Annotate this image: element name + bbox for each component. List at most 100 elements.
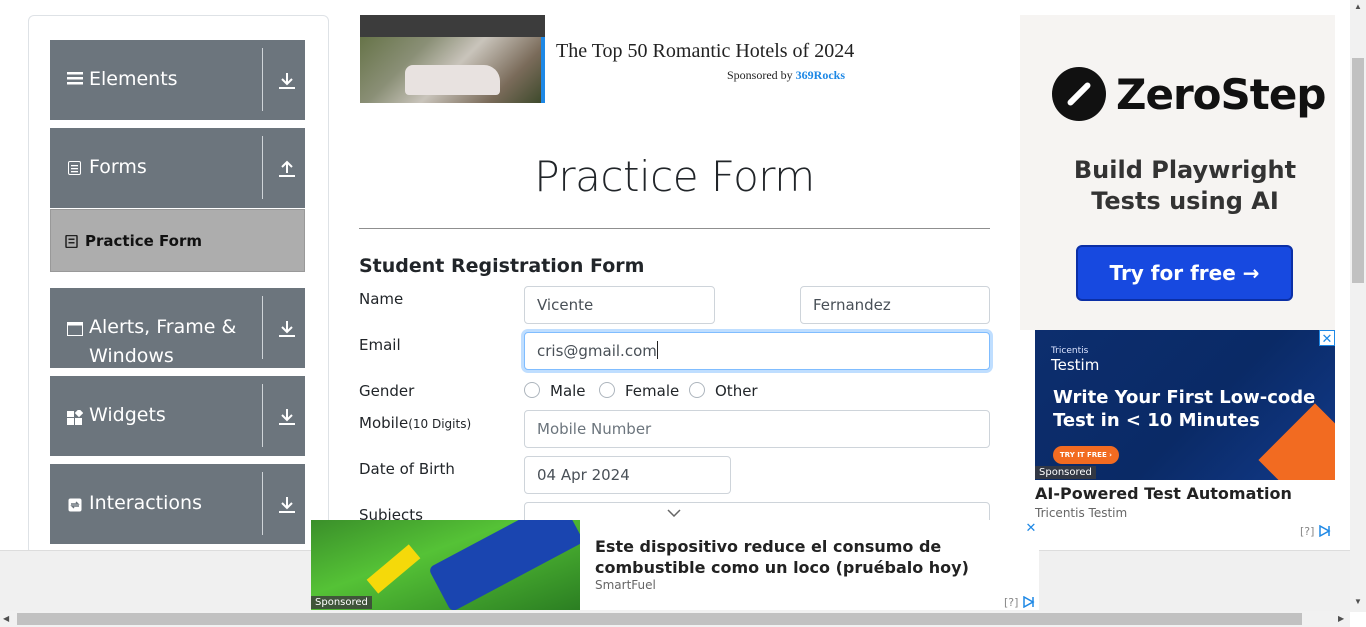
- spray-can: [428, 520, 580, 610]
- divider: [262, 136, 263, 199]
- close-icon[interactable]: ✕: [1319, 330, 1335, 346]
- download-icon[interactable]: [278, 72, 296, 90]
- adchoices-icon[interactable]: [1023, 596, 1037, 608]
- sidebar-item-label: Practice Form: [85, 232, 202, 250]
- title-divider: [359, 228, 990, 229]
- email-label: Email: [359, 336, 401, 354]
- interactions-icon: [68, 498, 82, 512]
- sidebar-group-label: Elements: [89, 68, 178, 90]
- download-icon[interactable]: [278, 496, 296, 514]
- window-icon: [67, 322, 83, 336]
- sidebar-group-alerts[interactable]: Alerts, Frame & Windows: [50, 288, 305, 368]
- ad-info-link[interactable]: [?]: [1004, 596, 1018, 609]
- logo-slash: [1066, 81, 1092, 107]
- download-icon[interactable]: [278, 320, 296, 338]
- gender-radio-female[interactable]: Female: [599, 382, 679, 400]
- zerostep-logo-icon: [1052, 67, 1106, 121]
- mobile-label: Mobile(10 Digits): [359, 414, 471, 432]
- thumbnail-car: [405, 65, 500, 95]
- dob-label: Date of Birth: [359, 460, 455, 478]
- zerostep-headline: Build Playwright Tests using AI: [1020, 155, 1350, 217]
- divider: [262, 472, 263, 535]
- mobile-hint: (10 Digits): [408, 417, 472, 431]
- scroll-down-icon[interactable]: ▼: [1354, 597, 1362, 606]
- gender-radio-male[interactable]: Male: [524, 382, 586, 400]
- first-name-input[interactable]: Vicente: [524, 286, 715, 324]
- try-it-free-button[interactable]: TRY IT FREE ›: [1053, 446, 1119, 464]
- scroll-right-icon[interactable]: ▶: [1338, 614, 1344, 623]
- scroll-left-icon[interactable]: ◀: [3, 614, 9, 623]
- email-value: cris@gmail.com: [537, 342, 657, 360]
- sidebar-group-elements[interactable]: Elements: [50, 40, 305, 120]
- hamburger-icon: [67, 72, 83, 85]
- headline-line: Build Playwright: [1073, 156, 1297, 184]
- ad-thumbnail-image[interactable]: [360, 15, 545, 103]
- gender-radio-other[interactable]: Other: [689, 382, 758, 400]
- sidebar-group-label: Forms: [89, 156, 147, 178]
- mobile-label-text: Mobile: [359, 414, 409, 432]
- form-section-title: Student Registration Form: [359, 255, 645, 277]
- radio-label[interactable]: Other: [715, 382, 758, 400]
- document-icon: [68, 161, 81, 175]
- vertical-scrollbar[interactable]: ▲ ▼: [1350, 0, 1366, 612]
- try-for-free-button[interactable]: Try for free →: [1076, 245, 1293, 301]
- headline-line: Write Your First Low-code: [1053, 387, 1316, 408]
- form-icon: [65, 235, 78, 248]
- divider: [262, 48, 263, 111]
- scrollbar-thumb[interactable]: [17, 613, 1302, 625]
- ad-title[interactable]: The Top 50 Romantic Hotels of 2024: [556, 40, 854, 63]
- sponsor-name[interactable]: 369Rocks: [796, 68, 845, 82]
- testim-ad-subtitle[interactable]: Tricentis Testim: [1035, 506, 1127, 520]
- dob-input[interactable]: 04 Apr 2024: [524, 456, 731, 494]
- sponsored-prefix: Sponsored by: [727, 68, 793, 82]
- text-cursor: [656, 341, 658, 359]
- last-name-input[interactable]: Fernandez: [800, 286, 990, 324]
- widgets-icon: [67, 410, 83, 425]
- bottom-ad-banner[interactable]: Sponsored Este dispositivo reduce el con…: [311, 520, 1039, 610]
- gender-label: Gender: [359, 382, 415, 400]
- sponsored-badge: Sponsored: [311, 596, 372, 609]
- page-title: Practice Form: [534, 152, 815, 201]
- zerostep-brand: ZeroStep: [1116, 70, 1326, 119]
- name-label: Name: [359, 290, 404, 308]
- sidebar: Elements Forms Practice Form Alerts, Fra…: [28, 15, 329, 555]
- sidebar-item-practice-form[interactable]: Practice Form: [50, 209, 305, 272]
- sidebar-group-interactions[interactable]: Interactions: [50, 464, 305, 544]
- testim-brand: Testim: [1051, 356, 1100, 374]
- testim-ad-title[interactable]: AI-Powered Test Automation: [1035, 484, 1292, 503]
- ad-info-link[interactable]: [?]: [1300, 525, 1314, 538]
- sponsored-badge: Sponsored: [1035, 466, 1096, 479]
- mobile-input[interactable]: Mobile Number: [524, 410, 990, 448]
- radio-label[interactable]: Female: [625, 382, 679, 400]
- bottom-ad-brand[interactable]: SmartFuel: [595, 578, 656, 592]
- download-icon[interactable]: [278, 408, 296, 426]
- testim-ad-image[interactable]: Tricentis Testim Write Your First Low-co…: [1035, 330, 1335, 480]
- radio-label[interactable]: Male: [550, 382, 586, 400]
- chevron-down-icon[interactable]: [667, 509, 681, 517]
- divider: [262, 384, 263, 447]
- headline-line: Tests using AI: [1091, 187, 1279, 215]
- radio-circle[interactable]: [689, 382, 705, 398]
- top-ad-banner[interactable]: The Top 50 Romantic Hotels of 2024 Spons…: [360, 15, 860, 103]
- close-icon[interactable]: ✕: [1023, 520, 1039, 536]
- sidebar-group-label: Widgets: [89, 404, 166, 426]
- headline-line: Test in < 10 Minutes: [1053, 410, 1260, 431]
- scrollbar-thumb[interactable]: [1352, 58, 1364, 283]
- testim-brand-small: Tricentis: [1051, 346, 1089, 356]
- thumbnail-awning: [360, 15, 545, 37]
- sidebar-group-label: Alerts, Frame & Windows: [89, 316, 237, 367]
- upload-icon[interactable]: [278, 160, 296, 178]
- radio-circle[interactable]: [524, 382, 540, 398]
- scroll-up-icon[interactable]: ▲: [1354, 2, 1362, 11]
- bottom-ad-text[interactable]: Este dispositivo reduce el consumo de co…: [595, 536, 1039, 578]
- sidebar-group-forms[interactable]: Forms: [50, 128, 305, 208]
- email-input[interactable]: cris@gmail.com: [524, 332, 990, 370]
- horizontal-scrollbar[interactable]: ◀ ▶: [0, 611, 1350, 627]
- ad-sponsor-line: Sponsored by 369Rocks: [727, 68, 845, 83]
- right-ad-zerostep[interactable]: ZeroStep Build Playwright Tests using AI…: [1020, 15, 1335, 330]
- radio-circle[interactable]: [599, 382, 615, 398]
- sidebar-group-widgets[interactable]: Widgets: [50, 376, 305, 456]
- adchoices-icon[interactable]: [1319, 525, 1333, 537]
- yellow-arrow: [366, 544, 421, 594]
- sidebar-group-label: Interactions: [89, 492, 202, 514]
